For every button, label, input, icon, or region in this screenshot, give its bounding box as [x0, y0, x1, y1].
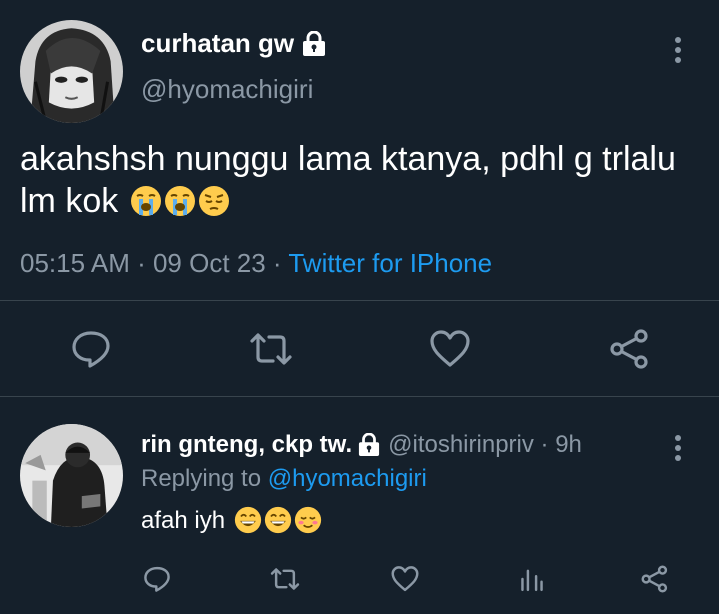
meta-separator: · — [265, 248, 289, 278]
loudly-crying-face-icon — [130, 185, 162, 217]
reply-body: afah iyh — [141, 507, 226, 534]
user-handle[interactable]: @hyomachigiri — [141, 74, 313, 105]
lock-icon — [302, 30, 326, 57]
reply-text: afah iyh — [141, 506, 322, 535]
avatar-image — [20, 20, 123, 123]
share-icon[interactable] — [608, 327, 652, 371]
reply-icon[interactable] — [69, 327, 113, 371]
like-icon[interactable] — [390, 564, 420, 594]
divider — [0, 300, 719, 301]
display-name[interactable]: curhatan gw — [141, 28, 294, 59]
grinning-face-icon — [264, 506, 292, 534]
more-options-icon[interactable] — [672, 435, 684, 465]
replying-to-label: Replying to — [141, 465, 268, 492]
avatar[interactable] — [20, 424, 123, 527]
main-tweet: curhatan gw @hyomachigiri akahshsh nungg… — [0, 0, 719, 397]
replying-to-mention[interactable]: @hyomachigiri — [268, 465, 427, 492]
lock-icon — [358, 433, 380, 457]
tweet-time[interactable]: 05:15 AM — [20, 248, 130, 278]
avatar-image — [20, 424, 123, 527]
name-row: curhatan gw — [141, 28, 326, 59]
like-icon[interactable] — [428, 327, 472, 371]
meta-separator: · — [129, 248, 153, 278]
smiling-face-icon — [294, 506, 322, 534]
more-options-icon[interactable] — [672, 37, 684, 67]
replying-to: Replying to @hyomachigiri — [141, 465, 427, 493]
retweet-icon[interactable] — [270, 564, 300, 594]
loudly-crying-face-icon — [164, 185, 196, 217]
reply-name-row: rin gnteng, ckp tw. @itoshirinpriv · 9h — [141, 431, 582, 459]
tweet-text: akahshsh nunggu lama ktanya, pdhl g trla… — [20, 138, 710, 222]
tweet-date[interactable]: 09 Oct 23 — [153, 248, 266, 278]
tweet-body: akahshsh nunggu lama ktanya, pdhl g trla… — [20, 140, 676, 220]
avatar[interactable] — [20, 20, 123, 123]
retweet-icon[interactable] — [249, 327, 293, 371]
user-handle-time[interactable]: @itoshirinpriv · 9h — [388, 431, 582, 459]
analytics-icon[interactable] — [517, 564, 547, 594]
tweet-meta: 05:15 AM · 09 Oct 23 · Twitter for IPhon… — [20, 248, 492, 279]
tweet-source-link[interactable]: Twitter for IPhone — [288, 248, 492, 278]
pensive-face-icon — [198, 185, 230, 217]
divider — [0, 396, 719, 397]
grinning-face-icon — [234, 506, 262, 534]
share-icon[interactable] — [640, 564, 670, 594]
reply-icon[interactable] — [142, 564, 172, 594]
display-name[interactable]: rin gnteng, ckp tw. — [141, 431, 352, 459]
